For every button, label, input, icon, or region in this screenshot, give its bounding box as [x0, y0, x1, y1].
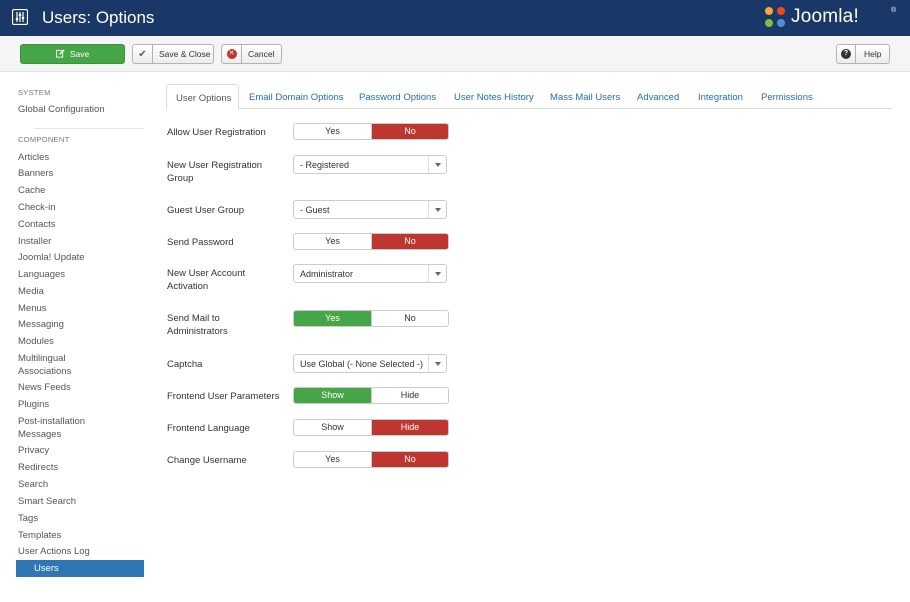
page-title: Users: Options [42, 8, 155, 27]
sidebar-item-news-feeds[interactable]: News Feeds [18, 381, 128, 394]
sidebar-item-user-actions-log[interactable]: User Actions Log [18, 545, 128, 558]
joomla-logo: Joomla! ® [763, 5, 903, 31]
account-activation-label: New User Account Activation [167, 268, 246, 292]
guest-group-select[interactable]: - Guest [293, 200, 447, 219]
sidebar-item-users-label: Users [34, 563, 59, 574]
sidebar-component-header: COMPONENT [18, 135, 70, 144]
options-grid-icon [12, 9, 28, 25]
frontend-language-hide[interactable]: Hide [371, 420, 448, 435]
tab-permissions[interactable]: Permissions [761, 92, 813, 103]
mail-admins-toggle: Yes No [293, 310, 449, 327]
sidebar-divider [34, 128, 144, 129]
tab-user-options[interactable]: User Options [166, 84, 239, 110]
new-user-group-value: - Registered [300, 160, 350, 170]
sidebar-item-cache[interactable]: Cache [18, 184, 128, 197]
sidebar-item-check-in[interactable]: Check-in [18, 201, 128, 214]
allow-registration-toggle: Yes No [293, 123, 449, 140]
captcha-value: Use Global (- None Selected -) [300, 359, 424, 369]
save-close-label: Save & Close [159, 49, 211, 59]
toolbar: Save ✔ Save & Close ✕ Cancel ? Help [0, 36, 910, 72]
save-label: Save [69, 49, 90, 59]
sidebar-item-joomla-update[interactable]: Joomla! Update [18, 251, 128, 264]
options-tabs: User Options Email Domain Options Passwo… [166, 84, 893, 110]
chevron-down-icon [435, 208, 441, 212]
brand-name: Joomla! [791, 6, 859, 27]
help-button[interactable]: ? Help [836, 44, 890, 64]
frontend-params-toggle: Show Hide [293, 387, 449, 404]
sidebar-item-languages[interactable]: Languages [18, 268, 128, 281]
tab-advanced[interactable]: Advanced [637, 92, 679, 103]
tab-email-domain-options[interactable]: Email Domain Options [249, 92, 344, 103]
send-password-yes[interactable]: Yes [294, 234, 371, 249]
new-user-group-select[interactable]: - Registered [293, 155, 447, 174]
tab-user-options-label: User Options [176, 93, 232, 104]
cancel-icon: ✕ [226, 49, 237, 59]
change-username-toggle: Yes No [293, 451, 449, 468]
sidebar-item-post-installation-messages[interactable]: Post-installation Messages [18, 415, 108, 441]
chevron-down-icon [435, 362, 441, 366]
change-username-label: Change Username [167, 455, 247, 466]
joomla-mark-icon [765, 7, 785, 27]
change-username-yes[interactable]: Yes [294, 452, 371, 467]
chevron-down-icon [435, 163, 441, 167]
tab-password-options[interactable]: Password Options [359, 92, 436, 103]
sidebar-item-modules[interactable]: Modules [18, 335, 128, 348]
sidebar-system-header: SYSTEM [18, 88, 51, 97]
mail-admins-yes[interactable]: Yes [294, 311, 371, 326]
sidebar-item-installer[interactable]: Installer [18, 235, 128, 248]
sidebar-item-global-configuration[interactable]: Global Configuration [18, 103, 128, 116]
edit-icon [55, 48, 65, 60]
sidebar-item-smart-search[interactable]: Smart Search [18, 495, 128, 508]
cancel-button[interactable]: ✕ Cancel [221, 44, 282, 64]
sidebar-item-multilingual-associations[interactable]: Multilingual Associations [18, 352, 98, 378]
save-button[interactable]: Save [20, 44, 125, 64]
tab-integration[interactable]: Integration [698, 92, 743, 103]
sidebar-item-redirects[interactable]: Redirects [18, 461, 128, 474]
tab-user-notes-history[interactable]: User Notes History [454, 92, 534, 103]
account-activation-value: Administrator [300, 269, 354, 279]
change-username-no[interactable]: No [371, 452, 448, 467]
new-user-group-label: New User Registration Group [167, 160, 263, 184]
mail-admins-label: Send Mail to Administrators [167, 313, 228, 337]
allow-registration-yes[interactable]: Yes [294, 124, 371, 139]
top-header: Users: Options Joomla! ® [0, 0, 910, 36]
sidebar-item-tags[interactable]: Tags [18, 512, 128, 525]
send-password-no[interactable]: No [371, 234, 448, 249]
sidebar-item-templates[interactable]: Templates [18, 529, 128, 542]
frontend-language-show[interactable]: Show [294, 420, 371, 435]
frontend-params-hide[interactable]: Hide [371, 388, 448, 403]
guest-group-value: - Guest [300, 205, 330, 215]
allow-registration-label: Allow User Registration [167, 127, 266, 138]
captcha-select[interactable]: Use Global (- None Selected -) [293, 354, 447, 373]
frontend-params-label: Frontend User Parameters [167, 391, 280, 402]
sidebar-item-messaging[interactable]: Messaging [18, 318, 128, 331]
frontend-language-toggle: Show Hide [293, 419, 449, 436]
sidebar-item-articles[interactable]: Articles [18, 151, 128, 164]
sidebar-item-plugins[interactable]: Plugins [18, 398, 128, 411]
cancel-label: Cancel [248, 49, 275, 59]
sidebar-item-menus[interactable]: Menus [18, 302, 128, 315]
brand-trademark: ® [891, 7, 897, 14]
allow-registration-no[interactable]: No [371, 124, 448, 139]
mail-admins-no[interactable]: No [371, 311, 448, 326]
chevron-down-icon [435, 272, 441, 276]
checkmark-icon: ✔ [133, 45, 153, 63]
sidebar-item-media[interactable]: Media [18, 285, 128, 298]
send-password-label: Send Password [167, 237, 234, 248]
frontend-params-show[interactable]: Show [294, 388, 371, 403]
sidebar-item-search[interactable]: Search [18, 478, 128, 491]
sidebar-item-banners[interactable]: Banners [18, 167, 128, 180]
tab-mass-mail-users[interactable]: Mass Mail Users [550, 92, 620, 103]
help-label: Help [864, 49, 882, 59]
send-password-toggle: Yes No [293, 233, 449, 250]
save-close-button[interactable]: ✔ Save & Close [132, 44, 214, 64]
account-activation-select[interactable]: Administrator [293, 264, 447, 283]
sidebar-item-privacy[interactable]: Privacy [18, 444, 128, 457]
sidebar-item-contacts[interactable]: Contacts [18, 218, 128, 231]
guest-group-label: Guest User Group [167, 205, 245, 216]
frontend-language-label: Frontend Language [167, 423, 250, 434]
captcha-label: Captcha [167, 359, 203, 370]
question-icon: ? [841, 49, 851, 59]
